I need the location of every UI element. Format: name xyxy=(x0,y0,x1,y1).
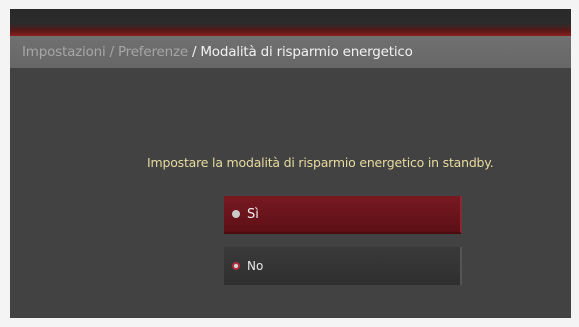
option-si-button[interactable]: Sì xyxy=(224,196,462,234)
breadcrumb-separator: / xyxy=(109,44,115,60)
tv-screen: Impostazioni / Preferenze / Modalità di … xyxy=(10,9,571,318)
radio-selected-icon xyxy=(232,262,240,270)
breadcrumb-item-preferences[interactable]: Preferenze xyxy=(118,44,188,60)
top-bar xyxy=(10,9,571,36)
option-label: Sì xyxy=(247,206,259,222)
option-no-button[interactable]: No xyxy=(224,247,462,285)
option-label: No xyxy=(247,259,264,273)
breadcrumb-item-settings[interactable]: Impostazioni xyxy=(22,44,106,60)
breadcrumb-separator: / xyxy=(191,44,197,60)
breadcrumb: Impostazioni / Preferenze / Modalità di … xyxy=(10,36,571,68)
prompt-text: Impostare la modalità di risparmio energ… xyxy=(147,155,494,170)
radio-unselected-icon xyxy=(232,210,240,218)
page-title: Modalità di risparmio energetico xyxy=(200,44,413,60)
